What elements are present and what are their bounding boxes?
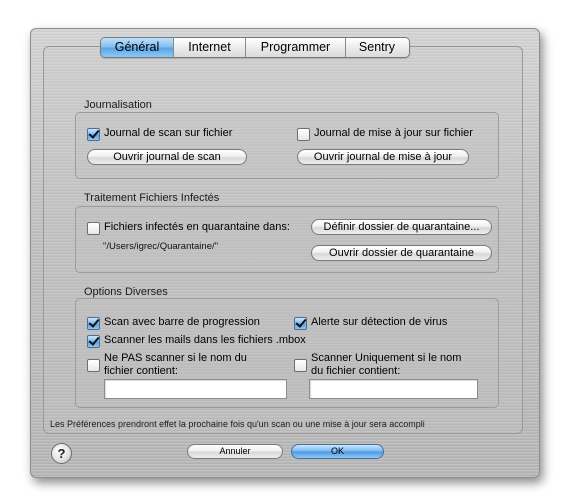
exclude-name-label-line1: Ne PAS scanner si le nom du	[104, 352, 247, 364]
exclude-name-label-line2: fichier contient:	[104, 365, 178, 377]
checkbox-unchecked-icon	[87, 222, 100, 235]
quarantine-checkbox[interactable]: Fichiers infectés en quarantaine dans:	[87, 221, 290, 235]
options-section-label: Options Diverses	[84, 286, 168, 298]
checkbox-unchecked-icon	[297, 128, 310, 141]
virus-alert-checkbox-label: Alerte sur détection de virus	[311, 316, 448, 328]
checkbox-unchecked-icon	[294, 359, 307, 372]
open-scan-log-button[interactable]: Ouvrir journal de scan	[87, 149, 247, 165]
checkbox-checked-icon	[87, 317, 100, 330]
scan-log-checkbox[interactable]: Journal de scan sur fichier	[87, 127, 232, 141]
exclude-name-checkbox-label: Ne PAS scanner si le nom du fichier cont…	[104, 352, 247, 378]
scan-mbox-checkbox[interactable]: Scanner les mails dans les fichiers .mbo…	[87, 334, 306, 348]
checkbox-checked-icon	[294, 317, 307, 330]
ok-button[interactable]: OK	[291, 444, 384, 459]
include-name-label-line2: du fichier contient:	[311, 365, 401, 377]
journalisation-group	[75, 112, 499, 179]
progress-bar-checkbox-label: Scan avec barre de progression	[104, 316, 260, 328]
update-log-checkbox-label: Journal de mise à jour sur fichier	[314, 127, 473, 139]
quarantine-path-text: "/Users/igrec/Quarantaine/"	[103, 241, 218, 252]
help-button[interactable]: ?	[51, 443, 72, 464]
virus-alert-checkbox[interactable]: Alerte sur détection de virus	[294, 316, 447, 330]
exclude-name-checkbox[interactable]: Ne PAS scanner si le nom du fichier cont…	[87, 352, 247, 378]
tab-general[interactable]: Général	[101, 38, 174, 57]
checkbox-checked-icon	[87, 128, 100, 141]
include-name-checkbox-label: Scanner Uniquement si le nom du fichier …	[311, 352, 461, 378]
scan-log-checkbox-label: Journal de scan sur fichier	[104, 127, 233, 139]
tab-bar: Général Internet Programmer Sentry	[100, 37, 410, 58]
include-name-label-line1: Scanner Uniquement si le nom	[311, 352, 462, 364]
checkbox-unchecked-icon	[87, 359, 100, 372]
include-name-checkbox[interactable]: Scanner Uniquement si le nom du fichier …	[294, 352, 461, 378]
open-quarantine-folder-button[interactable]: Ouvrir dossier de quarantaine	[311, 245, 492, 261]
checkbox-checked-icon	[87, 335, 100, 348]
footnote-text: Les Préférences prendront effet la proch…	[50, 419, 425, 429]
open-update-log-button[interactable]: Ouvrir journal de mise à jour	[297, 149, 469, 165]
progress-bar-checkbox[interactable]: Scan avec barre de progression	[87, 316, 260, 330]
define-quarantine-folder-button[interactable]: Définir dossier de quarantaine...	[311, 219, 492, 235]
infected-group	[75, 206, 499, 273]
tab-sentry[interactable]: Sentry	[346, 38, 408, 57]
tab-internet[interactable]: Internet	[174, 38, 246, 57]
update-log-checkbox[interactable]: Journal de mise à jour sur fichier	[297, 127, 473, 141]
quarantine-checkbox-label: Fichiers infectés en quarantaine dans:	[104, 221, 290, 233]
exclude-name-field[interactable]	[104, 379, 287, 399]
scan-mbox-checkbox-label: Scanner les mails dans les fichiers .mbo…	[104, 334, 306, 346]
infected-section-label: Traitement Fichiers Infectés	[84, 192, 220, 204]
include-name-field[interactable]	[309, 379, 478, 399]
tab-programmer[interactable]: Programmer	[246, 38, 346, 57]
cancel-button[interactable]: Annuler	[187, 444, 283, 459]
journalisation-section-label: Journalisation	[84, 99, 152, 111]
